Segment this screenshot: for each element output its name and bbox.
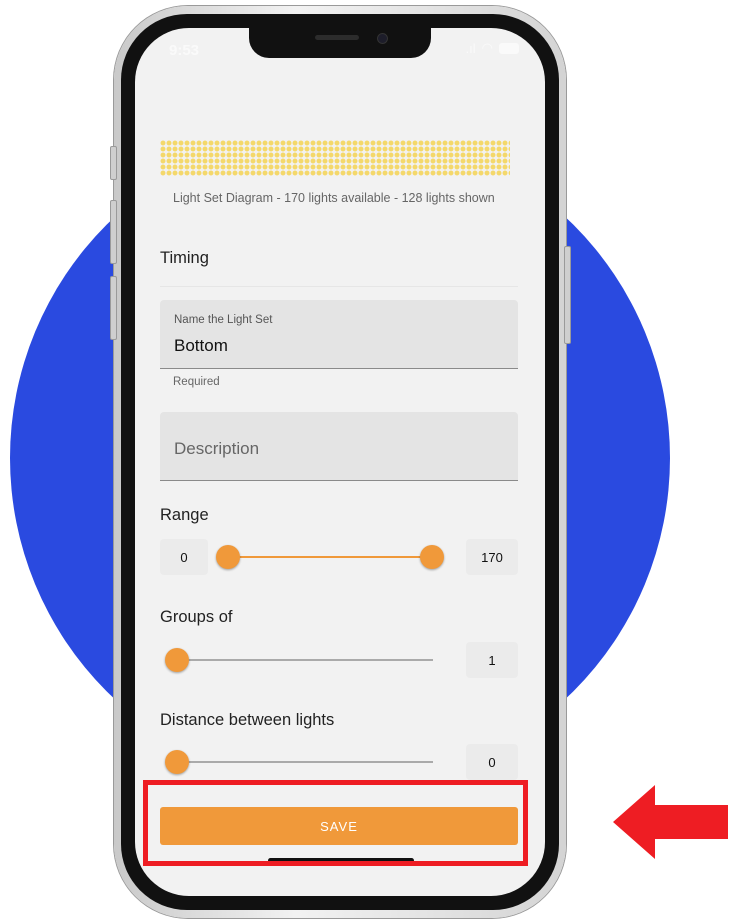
- speaker-grille: [315, 35, 359, 40]
- phone-power-button: [564, 246, 571, 344]
- timing-label[interactable]: Timing: [160, 249, 209, 268]
- wifi-icon: ◠: [481, 40, 493, 55]
- range-track: [228, 556, 432, 558]
- battery-icon: [499, 42, 519, 54]
- status-time: 9:53: [169, 42, 200, 59]
- app-screen: 9:53 .ıl ◠ Light Set Diagram - 170 light…: [135, 28, 545, 896]
- name-field[interactable]: Name the Light Set Bottom: [160, 300, 518, 369]
- notch: [249, 28, 431, 58]
- range-label: Range: [160, 506, 209, 524]
- save-highlight-box: [143, 780, 528, 866]
- divider: [160, 286, 518, 287]
- groups-thumb[interactable]: [165, 648, 189, 672]
- phone-volume-up: [110, 200, 117, 264]
- groups-track: [177, 659, 433, 661]
- description-placeholder[interactable]: Description: [174, 439, 259, 459]
- range-high-thumb[interactable]: [420, 545, 444, 569]
- name-field-label: Name the Light Set: [174, 314, 273, 326]
- pointer-arrow-icon: [613, 785, 728, 859]
- range-max-value[interactable]: 170: [466, 539, 518, 575]
- range-min-value[interactable]: 0: [160, 539, 208, 575]
- diagram-caption: Light Set Diagram - 170 lights available…: [173, 191, 495, 205]
- light-set-diagram: [160, 140, 510, 176]
- description-field[interactable]: Description: [160, 412, 518, 481]
- phone-volume-down: [110, 276, 117, 340]
- name-field-helper: Required: [173, 376, 220, 388]
- distance-value[interactable]: 0: [466, 744, 518, 780]
- distance-thumb[interactable]: [165, 750, 189, 774]
- status-icons: .ıl ◠: [466, 40, 519, 56]
- distance-label: Distance between lights: [160, 711, 335, 729]
- distance-track: [177, 761, 433, 763]
- name-field-value[interactable]: Bottom: [174, 336, 228, 356]
- phone-silent-switch: [110, 146, 117, 180]
- camera-icon: [377, 33, 388, 44]
- range-low-thumb[interactable]: [216, 545, 240, 569]
- groups-value[interactable]: 1: [466, 642, 518, 678]
- groups-label: Groups of: [160, 608, 233, 626]
- signal-icon: .ıl: [465, 40, 476, 56]
